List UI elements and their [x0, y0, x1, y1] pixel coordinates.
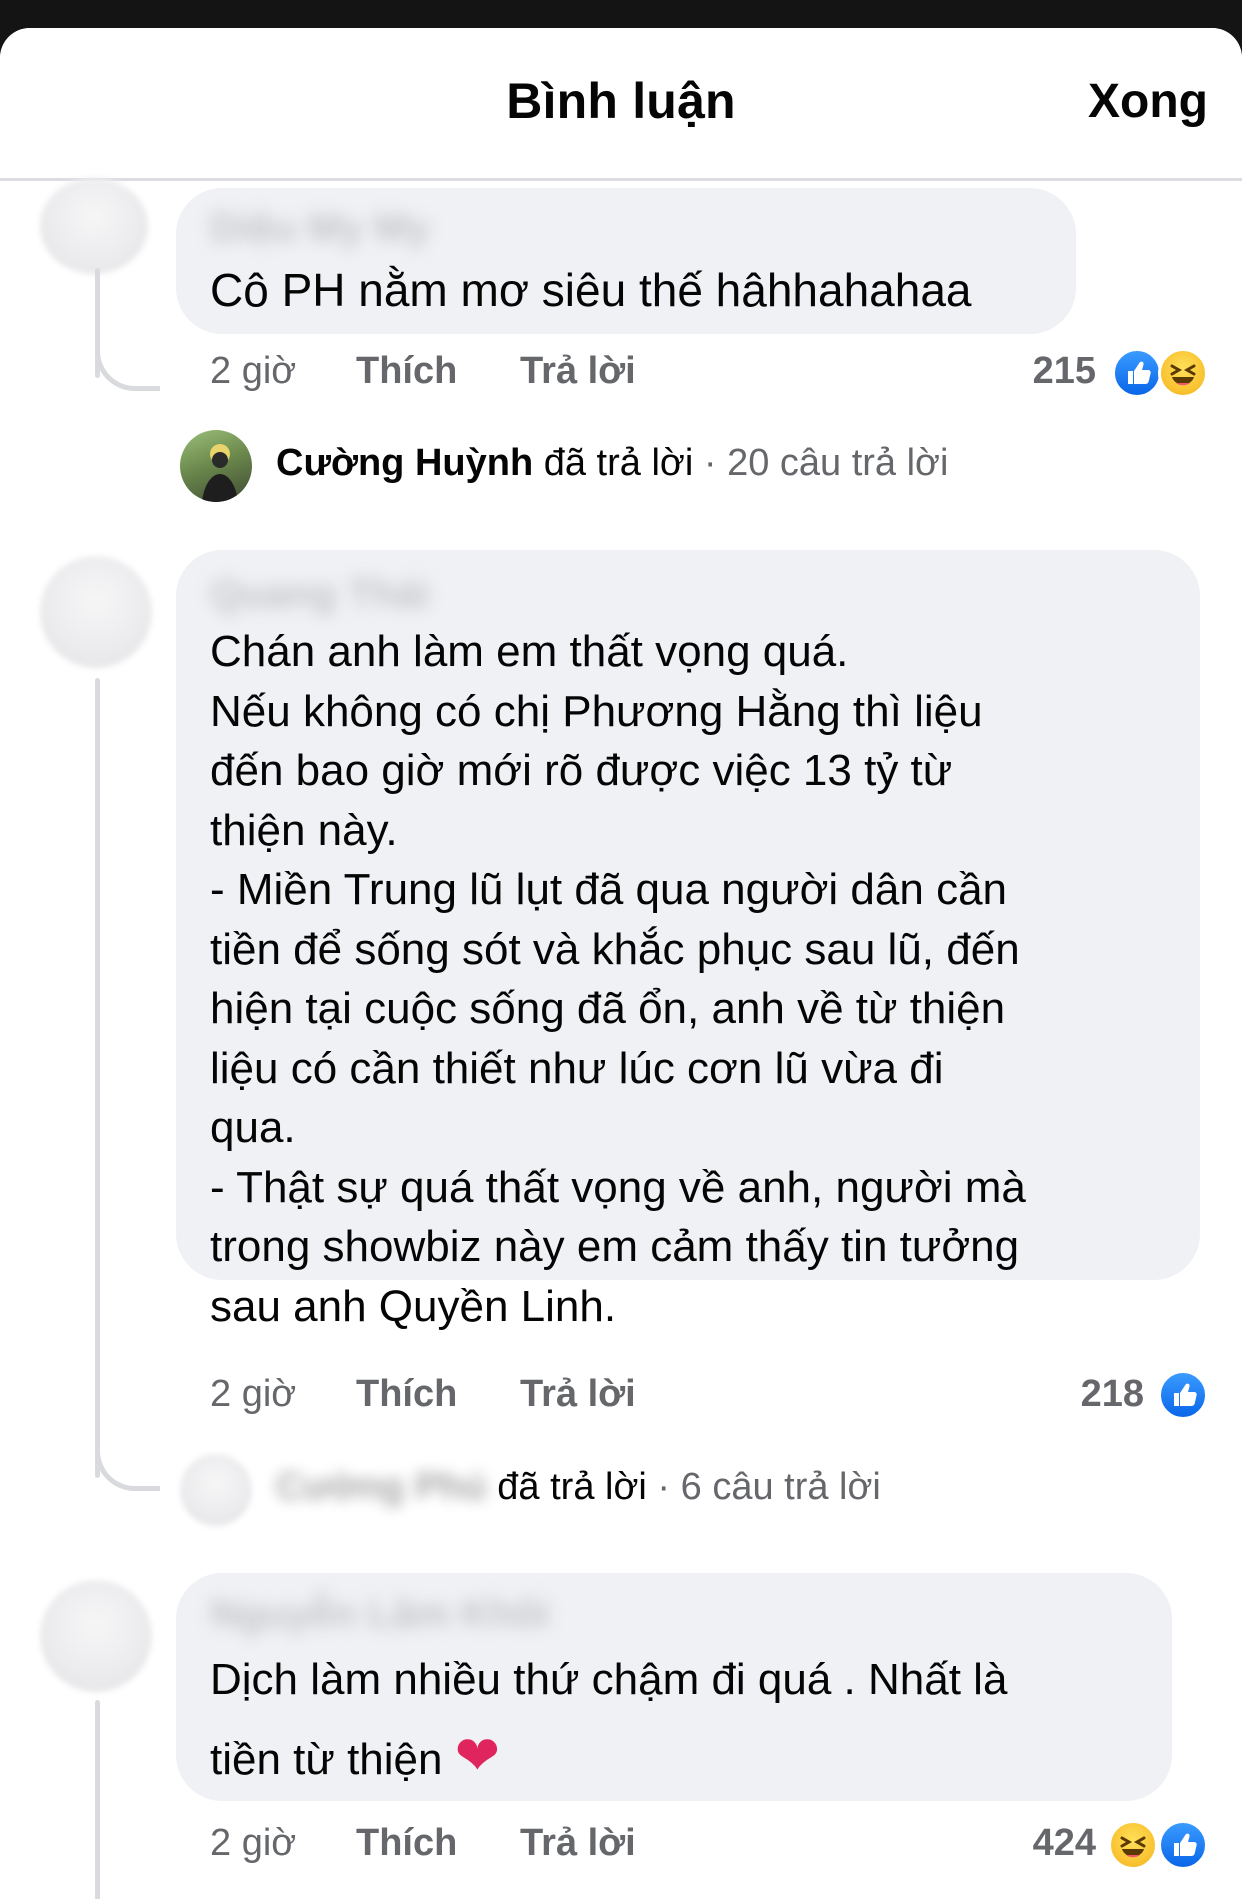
reply-count: 6 câu trả lời: [680, 1466, 881, 1508]
avatar[interactable]: [40, 1580, 152, 1692]
reply-count: 20 câu trả lời: [727, 442, 949, 484]
comments-sheet: Bình luận Xong Diệu My My Cô PH nằm mơ s…: [0, 28, 1242, 1899]
separator-dot: ·: [657, 1466, 671, 1508]
comment-author[interactable]: Nguyễn Lâm Khôi: [210, 1592, 550, 1637]
reply-author: Cường Phú: [276, 1466, 487, 1508]
comment-actions: 2 giờ Thích Trả lời: [210, 1373, 810, 1423]
comment-text-line: tiền từ thiện: [210, 1735, 443, 1784]
reaction-count[interactable]: 215: [1000, 350, 1096, 393]
like-button[interactable]: Thích: [356, 1822, 457, 1865]
page-title: Bình luận: [506, 73, 736, 129]
comment-text: Chán anh làm em thất vọng quá. Nếu không…: [210, 627, 1026, 1331]
comment-time: 2 giờ: [210, 1822, 297, 1864]
done-button[interactable]: Xong: [1088, 74, 1208, 129]
thread-connector: [95, 1428, 160, 1491]
reply-author: Cường Huỳnh: [276, 442, 534, 484]
comment-time: 2 giờ: [210, 350, 297, 392]
comment-author[interactable]: Diệu My My: [210, 206, 430, 251]
like-button[interactable]: Thích: [356, 350, 457, 393]
comment-actions: 2 giờ Thích Trả lời: [210, 1822, 810, 1872]
comment-actions: 2 giờ Thích Trả lời: [210, 350, 810, 400]
comment-author[interactable]: Quang Thái: [210, 572, 430, 617]
reply-summary[interactable]: Cường Phú đã trả lời · 6 câu trả lời: [276, 1466, 881, 1509]
reply-verb: đã trả lời: [497, 1466, 647, 1508]
avatar[interactable]: [40, 178, 148, 274]
reaction-count[interactable]: 218: [1050, 1373, 1144, 1416]
avatar[interactable]: [40, 556, 152, 668]
reply-button[interactable]: Trả lời: [520, 1822, 636, 1865]
reply-avatar[interactable]: [180, 430, 252, 502]
like-button[interactable]: Thích: [356, 1373, 457, 1416]
heart-emoji: ❤: [454, 1726, 500, 1786]
reply-button[interactable]: Trả lời: [520, 1373, 636, 1416]
comment-text: Cô PH nằm mơ siêu thế hâhhahahaa: [210, 264, 972, 316]
comment-text: Dịch làm nhiều thứ chậm đi quá . Nhất là…: [210, 1642, 1007, 1798]
person-photo: [202, 444, 238, 502]
comment-time: 2 giờ: [210, 1373, 297, 1415]
like-icon: [1112, 348, 1162, 398]
like-icon: [1158, 1370, 1208, 1420]
separator-dot: ·: [703, 442, 717, 484]
reaction-count[interactable]: 424: [1000, 1822, 1096, 1865]
comments-header: Bình luận Xong: [0, 28, 1242, 181]
thread-line: [95, 1700, 100, 1899]
reply-verb: đã trả lời: [543, 442, 694, 484]
reply-button[interactable]: Trả lời: [520, 350, 636, 393]
thread-line: [95, 678, 100, 1478]
reply-avatar[interactable]: [180, 1454, 252, 1526]
haha-icon: [1108, 1820, 1158, 1870]
comment-text-line: Dịch làm nhiều thứ chậm đi quá . Nhất là: [210, 1655, 1008, 1704]
reply-summary[interactable]: Cường Huỳnh đã trả lời · 20 câu trả lời: [276, 442, 948, 485]
like-icon: [1158, 1820, 1208, 1870]
thread-connector: [95, 328, 160, 391]
haha-icon: [1158, 348, 1208, 398]
